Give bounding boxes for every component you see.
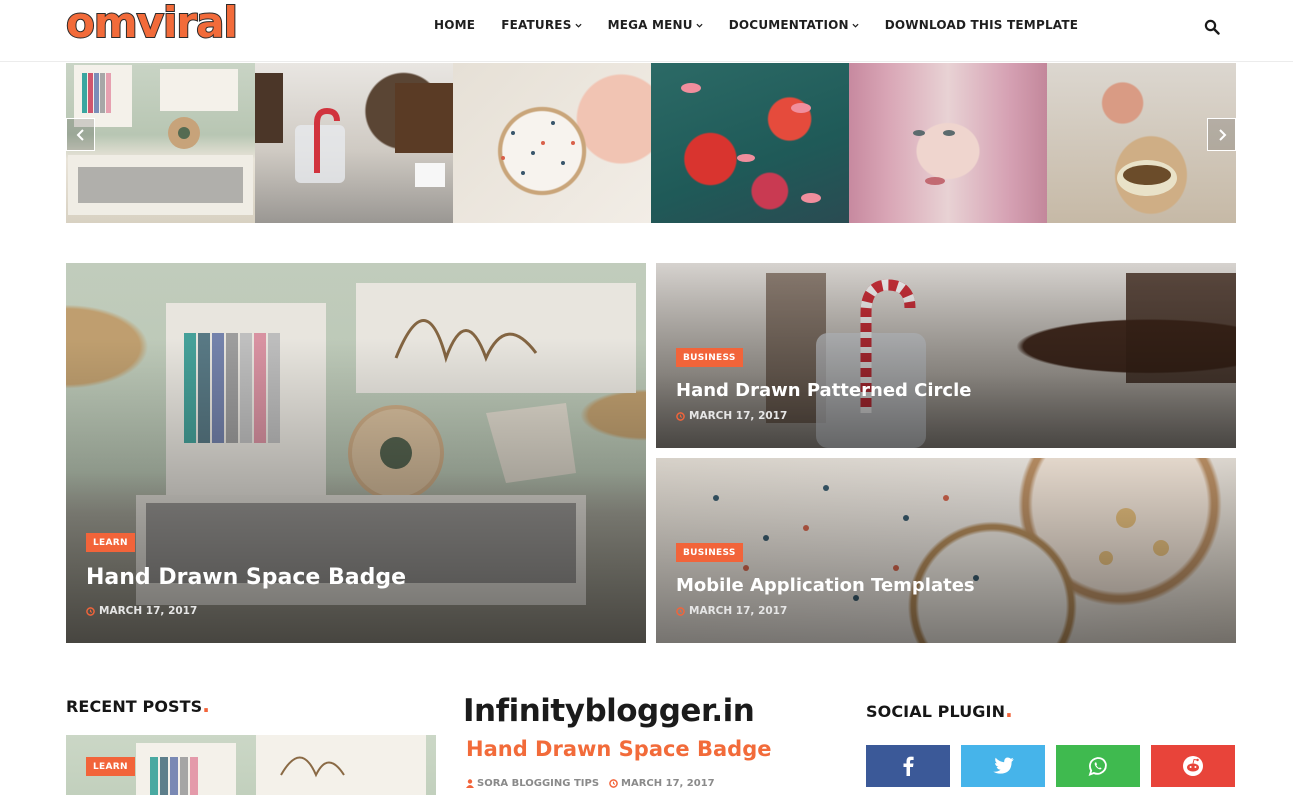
title-dot: . xyxy=(202,693,210,717)
slide-image xyxy=(913,130,955,185)
twitter-icon xyxy=(993,757,1014,774)
nav-item-documentation[interactable]: DOCUMENTATION xyxy=(729,18,859,32)
site-header: omviral HOME FEATURES MEGA MENU DOCUMENT… xyxy=(0,0,1293,62)
section-title-text: SOCIAL PLUGIN xyxy=(866,702,1006,721)
nav-label: HOME xyxy=(434,18,476,32)
recent-posts-heading: RECENT POSTS. xyxy=(66,693,210,717)
featured-post-main[interactable]: LEARN Hand Drawn Space Badge MARCH 17, 2… xyxy=(66,263,646,643)
nav-label: MEGA MENU xyxy=(607,18,693,32)
reddit-button[interactable] xyxy=(1151,745,1235,787)
chevron-down-icon xyxy=(696,23,703,28)
category-tag[interactable]: LEARN xyxy=(86,757,135,776)
section-title-text: RECENT POSTS xyxy=(66,697,203,716)
clock-icon xyxy=(676,606,685,616)
carousel-prev-button[interactable] xyxy=(66,118,95,151)
search-icon[interactable] xyxy=(1204,19,1220,35)
category-tag[interactable]: BUSINESS xyxy=(676,348,743,367)
featured-post-side[interactable]: BUSINESS Hand Drawn Patterned Circle MAR… xyxy=(656,263,1236,448)
chevron-down-icon xyxy=(575,23,582,28)
twitter-button[interactable] xyxy=(961,745,1045,787)
chevron-right-icon xyxy=(1218,128,1226,141)
slide-image xyxy=(681,83,821,203)
site-banner-text[interactable]: Infinityblogger.in xyxy=(463,693,755,729)
reddit-icon xyxy=(1183,756,1203,776)
carousel-slide[interactable] xyxy=(255,63,453,223)
post-author-text: SORA BLOGGING TIPS xyxy=(477,778,600,789)
post-title[interactable]: Hand Drawn Patterned Circle xyxy=(676,380,971,401)
post-author[interactable]: SORA BLOGGING TIPS xyxy=(466,778,599,789)
post-date: MARCH 17, 2017 xyxy=(609,778,715,789)
post-title[interactable]: Mobile Application Templates xyxy=(676,575,975,596)
post-date-text: MARCH 17, 2017 xyxy=(99,605,198,617)
slide-image xyxy=(501,121,575,175)
category-tag[interactable]: LEARN xyxy=(86,533,135,552)
nav-item-home[interactable]: HOME xyxy=(434,18,475,32)
category-tag[interactable]: BUSINESS xyxy=(676,543,743,562)
clock-icon xyxy=(609,779,618,788)
recent-post-thumbnail[interactable]: LEARN xyxy=(66,735,436,795)
chevron-left-icon xyxy=(76,128,84,141)
facebook-icon xyxy=(903,756,914,776)
user-icon xyxy=(466,779,474,788)
clock-icon xyxy=(676,411,685,421)
post-date-text: MARCH 17, 2017 xyxy=(621,778,715,789)
nav-label: FEATURES xyxy=(501,18,572,32)
post-date-text: MARCH 17, 2017 xyxy=(689,605,788,617)
post-date: MARCH 17, 2017 xyxy=(86,605,197,617)
slide-image xyxy=(255,73,453,187)
facebook-button[interactable] xyxy=(866,745,950,787)
nav-item-features[interactable]: FEATURES xyxy=(501,18,582,32)
post-title[interactable]: Hand Drawn Space Badge xyxy=(466,737,771,761)
site-logo[interactable]: omviral xyxy=(65,0,239,49)
post-date: MARCH 17, 2017 xyxy=(676,410,787,422)
nav-label: DOCUMENTATION xyxy=(728,18,849,32)
main-nav: HOME FEATURES MEGA MENU DOCUMENTATION DO… xyxy=(434,18,1078,32)
featured-post-side[interactable]: BUSINESS Mobile Application Templates MA… xyxy=(656,458,1236,643)
nav-item-download-template[interactable]: DOWNLOAD THIS TEMPLATE xyxy=(885,18,1078,32)
chevron-down-icon xyxy=(852,23,859,28)
social-plugin-heading: SOCIAL PLUGIN. xyxy=(866,698,1013,722)
post-date-text: MARCH 17, 2017 xyxy=(689,410,788,422)
clock-icon xyxy=(86,606,95,616)
nav-item-mega-menu[interactable]: MEGA MENU xyxy=(608,18,703,32)
title-dot: . xyxy=(1005,698,1013,722)
whatsapp-button[interactable] xyxy=(1056,745,1140,787)
post-meta: SORA BLOGGING TIPS MARCH 17, 2017 xyxy=(466,778,715,789)
carousel-slide[interactable] xyxy=(453,63,651,223)
post-date: MARCH 17, 2017 xyxy=(676,605,787,617)
image-carousel xyxy=(66,63,1236,223)
nav-label: DOWNLOAD THIS TEMPLATE xyxy=(884,18,1079,32)
carousel-slide[interactable] xyxy=(651,63,849,223)
post-title[interactable]: Hand Drawn Space Badge xyxy=(86,565,406,590)
carousel-next-button[interactable] xyxy=(1207,118,1236,151)
carousel-slide[interactable] xyxy=(849,63,1047,223)
whatsapp-icon xyxy=(1088,757,1107,776)
